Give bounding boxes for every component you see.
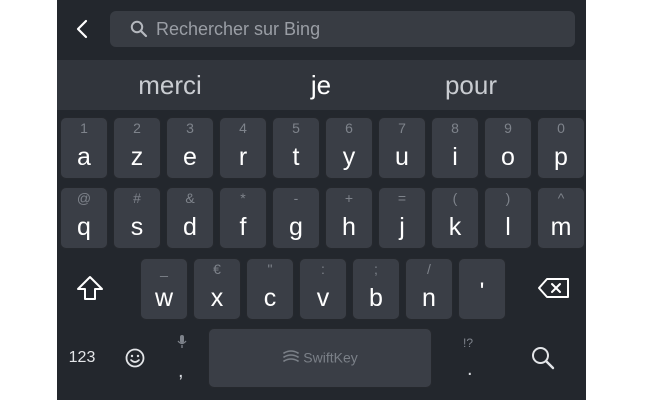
shift-key[interactable]	[65, 258, 115, 318]
suggestion-bar: merci je pour	[57, 60, 586, 110]
suggestion-left[interactable]: merci	[100, 60, 240, 110]
key-p[interactable]: 0p	[537, 117, 585, 179]
search-placeholder: Rechercher sur Bing	[156, 19, 321, 39]
swiftkey-brand: SwiftKey	[208, 348, 432, 365]
chevron-left-icon	[76, 19, 88, 39]
key-apostrophe[interactable]: '	[458, 258, 506, 320]
key-a[interactable]: 1a	[60, 117, 108, 179]
key-z[interactable]: 2z	[113, 117, 161, 179]
key-t[interactable]: 5t	[272, 117, 320, 179]
key-f[interactable]: * f	[219, 187, 267, 249]
search-field[interactable]: Rechercher sur Bing	[110, 11, 575, 47]
period-key[interactable]: !? .	[453, 330, 487, 386]
key-l[interactable]: ) l	[484, 187, 532, 249]
key-r[interactable]: 4r	[219, 117, 267, 179]
search-action-key[interactable]	[521, 336, 565, 380]
key-n[interactable]: / n	[405, 258, 453, 320]
backspace-key[interactable]	[529, 258, 579, 318]
key-i[interactable]: 8i	[431, 117, 479, 179]
emoji-key[interactable]	[115, 336, 155, 380]
numbers-key[interactable]: 123	[60, 336, 104, 380]
key-e[interactable]: 3e	[166, 117, 214, 179]
key-h[interactable]: + h	[325, 187, 373, 249]
emoji-icon	[125, 348, 145, 368]
keyboard: Rechercher sur Bing merci je pour 1a 2z …	[57, 0, 586, 400]
shift-icon	[77, 276, 103, 300]
key-o[interactable]: 9o	[484, 117, 532, 179]
numbers-key-label: 123	[68, 349, 96, 366]
search-icon	[130, 20, 148, 38]
key-q[interactable]: @ q	[60, 187, 108, 249]
spacebar[interactable]: SwiftKey	[208, 328, 432, 388]
backspace-icon	[538, 278, 569, 298]
key-u[interactable]: 7u	[378, 117, 426, 179]
key-g[interactable]: -g	[272, 187, 320, 249]
key-s[interactable]: # s	[113, 187, 161, 249]
key-d[interactable]: & d	[166, 187, 214, 249]
search-icon	[532, 347, 555, 370]
top-bar: Rechercher sur Bing	[57, 0, 586, 60]
key-v[interactable]: :v	[299, 258, 347, 320]
key-x[interactable]: € x	[193, 258, 241, 320]
suggestion-center[interactable]: je	[251, 60, 391, 110]
key-w[interactable]: _ w	[140, 258, 188, 320]
microphone-icon	[177, 335, 187, 348]
suggestion-right[interactable]: pour	[401, 60, 541, 110]
back-button[interactable]	[69, 14, 95, 44]
key-k[interactable]: (k	[431, 187, 479, 249]
swiftkey-logo-icon	[283, 350, 300, 363]
key-c[interactable]: " c	[246, 258, 294, 320]
key-b[interactable]: ; b	[352, 258, 400, 320]
key-m[interactable]: ^ m	[537, 187, 585, 249]
comma-key[interactable]: ,	[165, 330, 199, 386]
key-y[interactable]: 6y	[325, 117, 373, 179]
key-j[interactable]: = j	[378, 187, 426, 249]
